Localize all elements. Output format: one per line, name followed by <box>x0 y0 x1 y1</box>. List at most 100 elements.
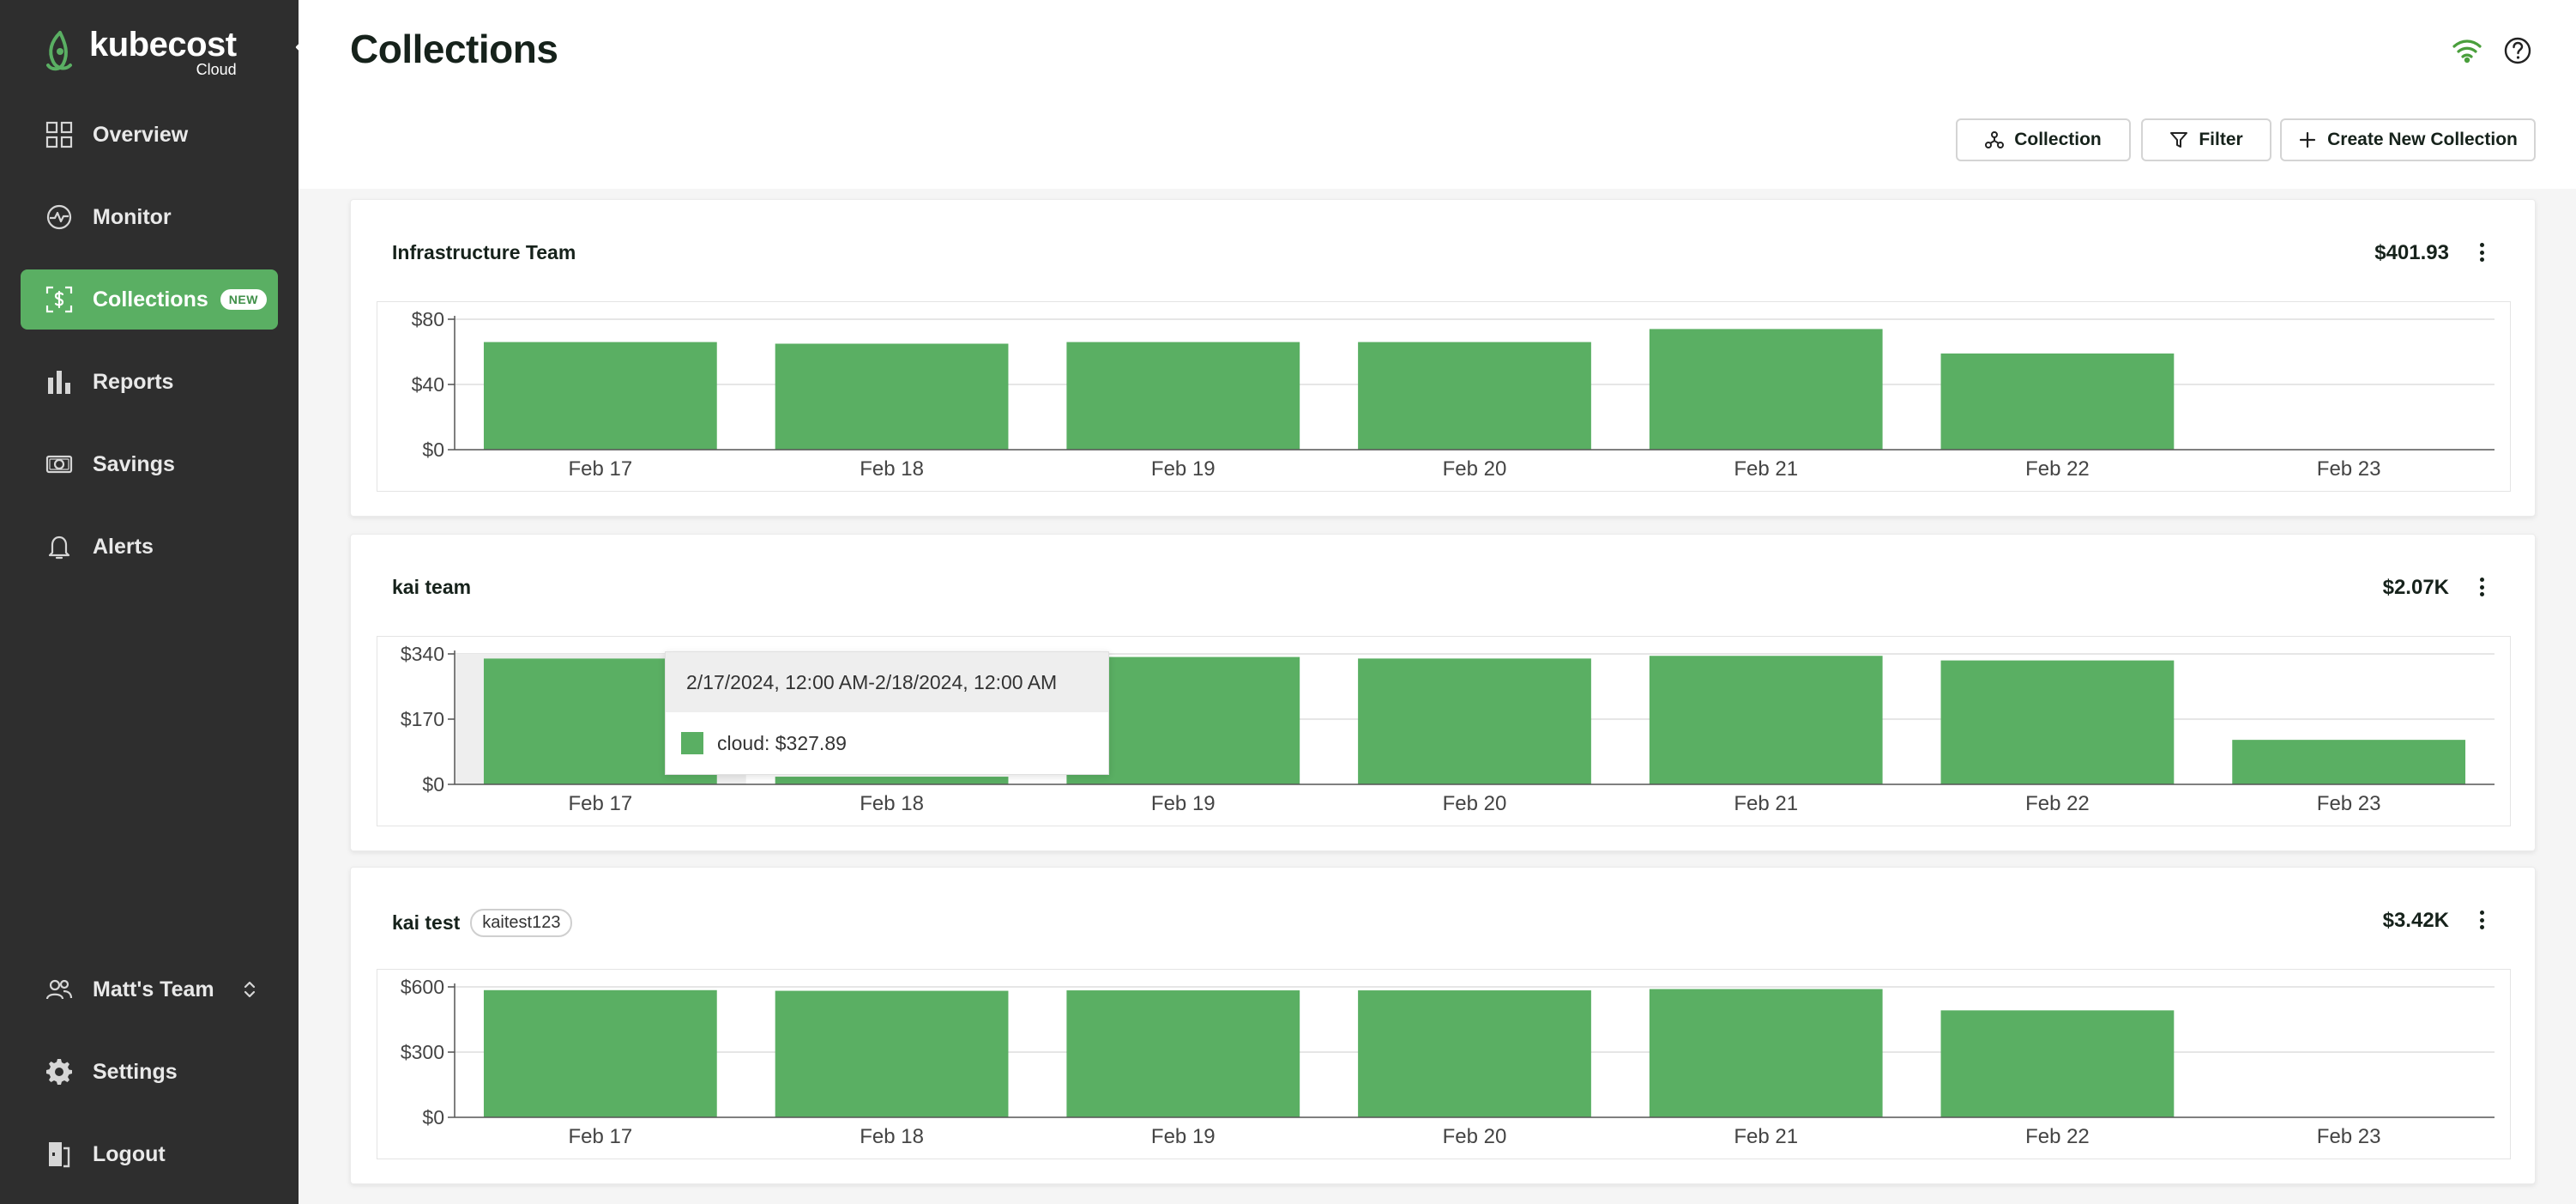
y-tick-label: $40 <box>412 373 444 396</box>
help-icon[interactable] <box>2503 36 2532 65</box>
gear-icon <box>46 1059 72 1085</box>
filter-button-label: Filter <box>2199 130 2243 149</box>
cost-bar-chart: $0 $300 $600 Feb 17 Feb 18 Feb 19 Feb 20 Feb 21… <box>401 976 2495 1148</box>
x-tick-label: Feb 19 <box>1151 457 1216 481</box>
bar <box>775 990 1009 1117</box>
collection-name: Infrastructure Team <box>392 241 576 263</box>
bar <box>483 989 717 1117</box>
collection-button[interactable]: Collection <box>1956 118 2131 161</box>
bar <box>1940 353 2175 450</box>
x-tick-label: Feb 21 <box>1734 792 1798 815</box>
filter-icon <box>2170 132 2188 148</box>
more-options-icon[interactable] <box>2471 907 2492 933</box>
chevron-up-down-icon <box>244 981 256 998</box>
plus-icon <box>2300 131 2316 148</box>
collection-total: $3.42K <box>2382 909 2449 932</box>
bar <box>775 343 1009 450</box>
team-switcher[interactable]: Matt's Team <box>21 959 278 1019</box>
y-tick-label: $600 <box>401 976 444 998</box>
bell-icon <box>48 535 70 560</box>
x-tick-label: Feb 22 <box>2025 1125 2090 1148</box>
x-tick-label: Feb 20 <box>1443 792 1507 815</box>
collection-cost-chart: $0 $300 $600 Feb 17 Feb 18 Feb 19 Feb 20 Feb 21… <box>377 969 2511 1159</box>
more-options-icon[interactable] <box>2471 574 2492 600</box>
y-tick-label: $300 <box>401 1041 444 1063</box>
more-options-icon[interactable] <box>2471 239 2492 265</box>
x-tick-label: Feb 18 <box>860 457 924 481</box>
cash-icon <box>45 455 73 474</box>
pulse-icon <box>46 204 72 230</box>
collection-name: kai team <box>392 576 472 598</box>
grid-icon <box>45 121 73 148</box>
collection-tag: kaitest123 <box>470 909 573 937</box>
collection-title: kai test kaitest123 <box>392 909 573 937</box>
bar-chart-icon <box>48 371 70 394</box>
sidebar-item-label: Logout <box>93 1141 166 1166</box>
y-tick-label: $340 <box>401 643 444 665</box>
x-tick-label: Feb 21 <box>1734 457 1798 481</box>
logo-name: kubecost <box>89 26 237 64</box>
sidebar-item-savings[interactable]: Savings <box>21 434 278 494</box>
bar <box>2232 740 2466 784</box>
x-tick-label: Feb 20 <box>1443 457 1507 481</box>
x-tick-label: Feb 19 <box>1151 1125 1216 1148</box>
bar <box>1649 656 1883 784</box>
y-tick-label: $0 <box>422 1106 444 1128</box>
collection-total: $2.07K <box>2382 576 2449 599</box>
x-tick-label: Feb 20 <box>1443 1125 1507 1148</box>
bar <box>1940 660 2175 784</box>
sidebar-item-alerts[interactable]: Alerts <box>21 517 278 577</box>
bar <box>1066 990 1300 1117</box>
collection-title: kai team <box>392 576 471 599</box>
bar <box>1940 1010 2175 1117</box>
sidebar-item-reports[interactable]: Reports <box>21 352 278 412</box>
sidebar-item-monitor[interactable]: Monitor <box>21 187 278 247</box>
hierarchy-icon <box>1985 131 2005 148</box>
kubecost-logo[interactable]: kubecost Cloud <box>43 26 237 77</box>
new-badge: NEW <box>220 289 267 310</box>
sidebar-item-label: Settings <box>93 1059 178 1084</box>
x-tick-label: Feb 21 <box>1734 1125 1798 1148</box>
sidebar-item-label: Monitor <box>93 204 172 229</box>
create-collection-button[interactable]: Create New Collection <box>2280 118 2536 161</box>
tooltip-value: cloud: $327.89 <box>717 731 847 754</box>
sidebar-item-settings[interactable]: Settings <box>21 1042 278 1102</box>
y-tick-label: $80 <box>412 308 444 330</box>
sidebar-item-label: Alerts <box>93 534 154 559</box>
x-tick-label: Feb 22 <box>2025 792 2090 815</box>
sidebar-item-label: Collections <box>93 287 208 312</box>
wifi-icon[interactable] <box>2452 38 2482 64</box>
x-tick-label: Feb 18 <box>860 1125 924 1148</box>
team-name: Matt's Team <box>93 977 214 1001</box>
sidebar-item-label: Savings <box>93 451 175 476</box>
page-header: Collections <box>299 0 2576 103</box>
filter-button[interactable]: Filter <box>2141 118 2271 161</box>
x-tick-label: Feb 23 <box>2317 1125 2381 1148</box>
y-tick-label: $170 <box>401 708 444 730</box>
create-collection-label: Create New Collection <box>2327 130 2518 149</box>
collection-card[interactable]: kai team $2.07K $0 $170 $340 Feb 17 Feb 18 Fe… <box>350 534 2536 851</box>
kubecost-logo-icon <box>46 31 72 71</box>
collection-cost-chart: $0 $40 $80 Feb 17 Feb 18 Feb 19 Feb 20 Feb 21 Fe… <box>377 301 2511 492</box>
x-tick-label: Feb 17 <box>568 792 632 815</box>
sidebar-item-collections[interactable]: Collections NEW <box>21 269 278 330</box>
bar <box>775 777 1009 784</box>
dollar-frame-icon <box>45 286 73 313</box>
x-tick-label: Feb 18 <box>860 792 924 815</box>
collection-name: kai test <box>392 911 461 934</box>
collection-card[interactable]: kai test kaitest123 $3.42K $0 $300 $600 Feb… <box>350 867 2536 1184</box>
y-tick-label: $0 <box>422 773 444 796</box>
collection-button-label: Collection <box>2014 130 2102 149</box>
bar <box>1649 989 1883 1117</box>
tooltip-series-row: cloud: $327.89 <box>666 712 1108 774</box>
collection-title: Infrastructure Team <box>392 241 576 264</box>
x-tick-label: Feb 17 <box>568 1125 632 1148</box>
sidebar-item-overview[interactable]: Overview <box>21 105 278 165</box>
collection-total: $401.93 <box>2374 241 2449 264</box>
main-content: Collections Collection Filter Create New… <box>299 0 2576 1204</box>
collection-card[interactable]: Infrastructure Team $401.93 $0 $40 $80 Feb … <box>350 199 2536 517</box>
users-icon <box>45 979 73 1000</box>
sidebar-item-logout[interactable]: Logout <box>21 1124 278 1184</box>
x-tick-label: Feb 19 <box>1151 792 1216 815</box>
sidebar-item-label: Reports <box>93 369 174 394</box>
